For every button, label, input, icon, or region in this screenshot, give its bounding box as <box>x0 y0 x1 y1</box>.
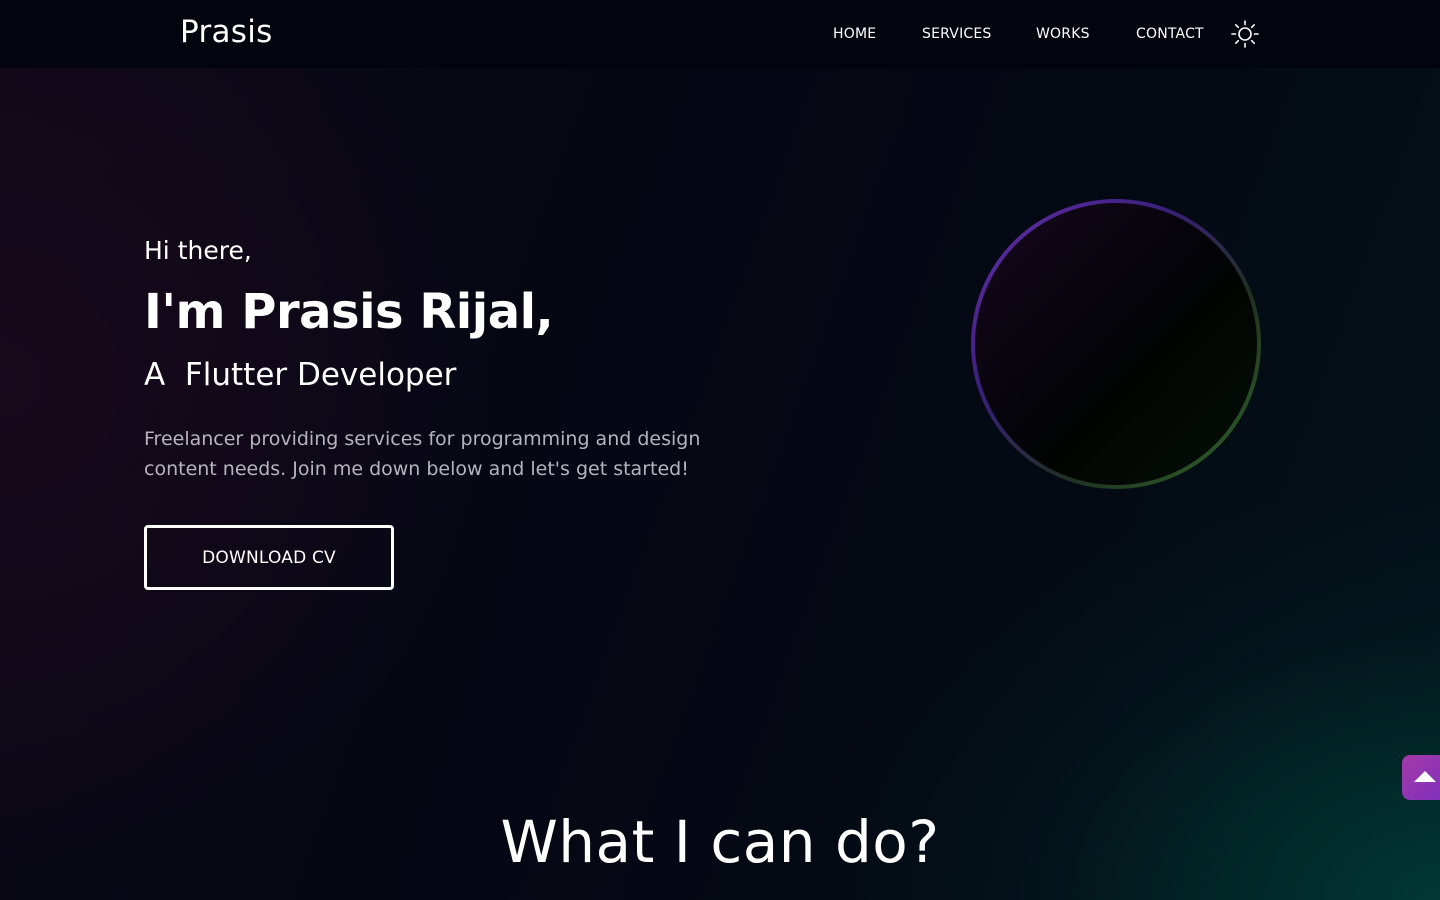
theme-toggle-button[interactable] <box>1230 19 1260 49</box>
services-section-title: What I can do? <box>500 808 940 876</box>
hero-greeting: Hi there, <box>144 236 252 265</box>
arrow-up-icon <box>1414 771 1436 782</box>
nav-link-services[interactable]: SERVICES <box>922 26 992 42</box>
avatar <box>971 199 1261 489</box>
nav-link-works[interactable]: WORKS <box>1036 26 1090 42</box>
sun-icon <box>1231 20 1259 48</box>
brand-logo[interactable]: Prasis <box>180 14 273 50</box>
hero-role: A Flutter Developer <box>144 357 457 393</box>
nav-link-contact[interactable]: CONTACT <box>1136 26 1204 42</box>
avatar-image <box>975 203 1257 485</box>
navbar: Prasis HOME SERVICES WORKS CONTACT <box>0 0 1440 68</box>
hero-name: I'm Prasis Rijal, <box>144 284 554 340</box>
scroll-to-top-button[interactable] <box>1402 755 1440 800</box>
nav-link-home[interactable]: HOME <box>833 26 876 42</box>
hero-description: Freelancer providing services for progra… <box>144 428 701 480</box>
download-cv-button[interactable]: DOWNLOAD CV <box>144 525 394 590</box>
